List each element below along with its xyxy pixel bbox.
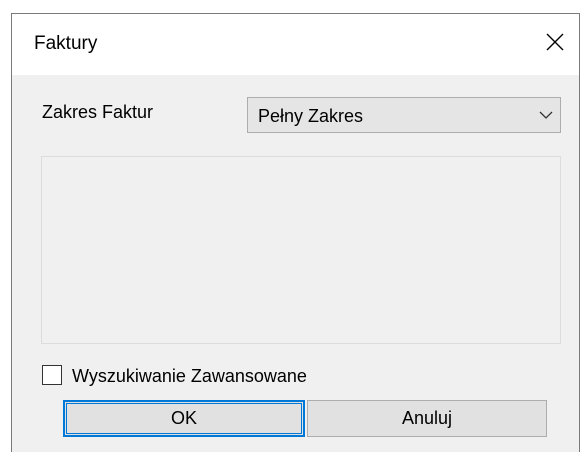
close-button[interactable] — [531, 14, 579, 75]
advanced-search-checkbox[interactable] — [42, 365, 62, 385]
advanced-search-label[interactable]: Wyszukiwanie Zawansowane — [72, 365, 307, 387]
close-icon — [546, 33, 564, 56]
range-selected-value: Pełny Zakres — [258, 106, 364, 126]
range-dropdown[interactable]: Pełny Zakres — [247, 97, 561, 133]
ok-button-label: OK — [170, 408, 197, 428]
chevron-down-icon — [538, 108, 554, 122]
cancel-button-label: Anuluj — [401, 408, 453, 428]
cancel-button[interactable]: Anuluj — [307, 400, 547, 437]
title-bar[interactable]: Faktury — [12, 14, 579, 75]
faktury-dialog: Faktury Zakres Faktur Pełny Zakres Wyszu… — [11, 13, 580, 452]
range-label: Zakres Faktur — [42, 102, 154, 122]
dialog-title: Faktury — [34, 33, 98, 54]
ok-button[interactable]: OK — [63, 400, 305, 437]
content-panel — [41, 156, 561, 344]
